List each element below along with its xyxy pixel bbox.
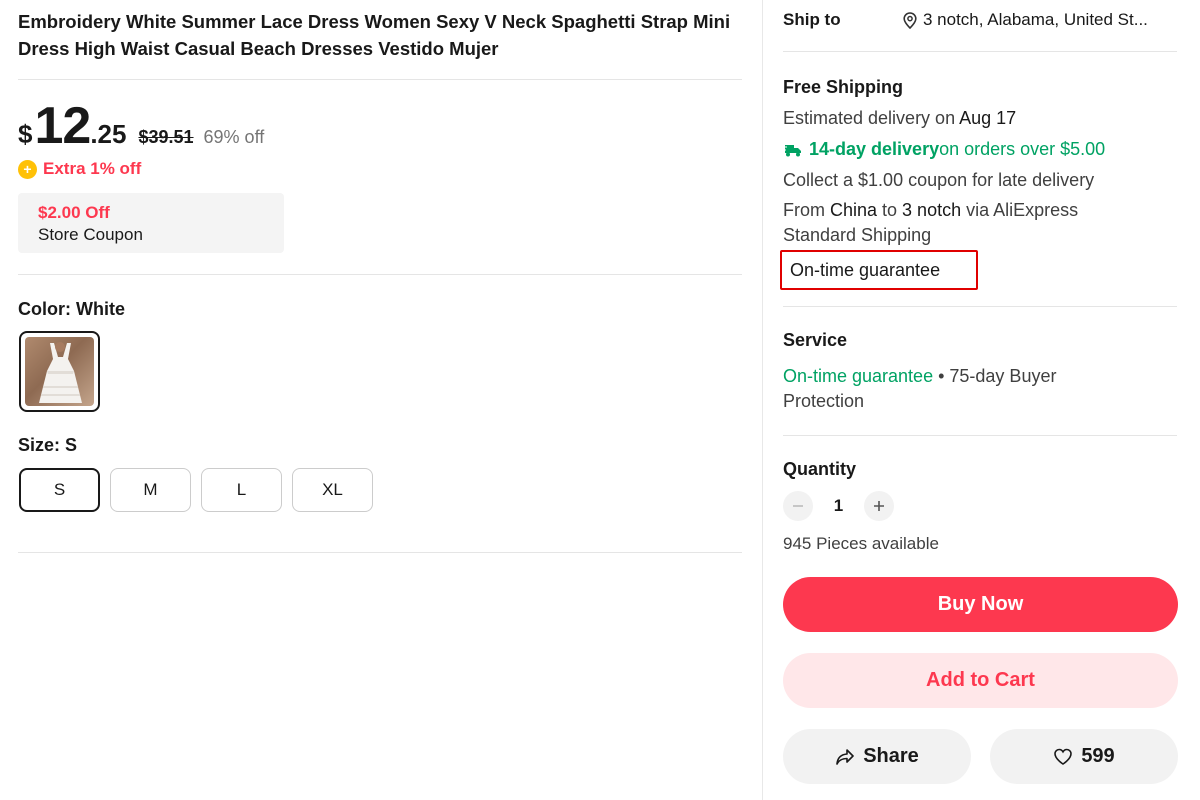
quantity-heading: Quantity: [783, 459, 857, 479]
extra-discount-label: Extra 1% off: [43, 159, 142, 178]
fast-delivery-line: 14-day delivery on orders over $5.00: [783, 137, 1105, 162]
fast-delivery-label: 14-day delivery: [809, 139, 940, 159]
ship-method: Standard Shipping: [783, 225, 932, 245]
late-delivery-coupon: Collect a $1.00 coupon for late delivery: [783, 170, 1095, 190]
ship-to-location[interactable]: 3 notch, Alabama, United St...: [903, 10, 1148, 30]
divider: [783, 306, 1177, 307]
color-label: Color: White: [18, 299, 125, 319]
ship-to-row[interactable]: Ship to 3 notch, Alabama, United St...: [783, 8, 1179, 32]
heart-icon: [1054, 748, 1073, 765]
ship-route-from: From: [783, 200, 830, 220]
divider: [18, 79, 742, 80]
wishlist-count: 599: [1081, 745, 1115, 767]
size-label: Size: S: [18, 435, 78, 455]
product-info-panel: Embroidery White Summer Lace Dress Women…: [18, 0, 742, 800]
add-to-cart-button[interactable]: Add to Cart: [783, 653, 1178, 708]
price-decimal: .25: [90, 119, 127, 149]
service-line: On-time guarantee • 75-day Buyer: [783, 364, 1056, 389]
coupon-label: Store Coupon: [38, 225, 143, 244]
price-integer: 12: [34, 97, 91, 155]
service-guarantee-link[interactable]: On-time guarantee: [783, 366, 933, 386]
service-heading: Service: [783, 330, 848, 350]
free-shipping-heading: Free Shipping: [783, 77, 904, 97]
fast-delivery-suffix: on orders over $5.00: [939, 139, 1106, 159]
product-title: Embroidery White Summer Lace Dress Women…: [18, 11, 731, 59]
buy-now-button[interactable]: Buy Now: [783, 577, 1178, 632]
size-option-m[interactable]: M: [110, 468, 191, 512]
ship-route-to: to: [877, 200, 903, 220]
share-label: Share: [863, 745, 919, 767]
quantity-decrease-button[interactable]: [783, 491, 813, 521]
ship-route-origin: China: [830, 200, 878, 220]
location-pin-icon: [903, 11, 917, 29]
pieces-available: 945 Pieces available: [783, 534, 939, 553]
on-time-guarantee-tag[interactable]: On-time guarantee: [790, 255, 968, 285]
divider: [18, 552, 742, 553]
quantity-stepper: 1: [783, 491, 894, 521]
size-option-s[interactable]: S: [19, 468, 100, 512]
coupon-amount: $2.00 Off: [38, 203, 110, 222]
size-option-xl[interactable]: XL: [292, 468, 373, 512]
divider: [783, 51, 1177, 52]
ship-route: From China to 3 notch via AliExpress: [783, 198, 1078, 223]
extra-discount: + Extra 1% off: [18, 157, 141, 181]
dress-thumbnail: [25, 337, 94, 406]
minus-icon: [793, 505, 803, 507]
divider: [783, 435, 1177, 436]
wishlist-button[interactable]: 599: [990, 729, 1178, 784]
share-button[interactable]: Share: [783, 729, 971, 784]
quantity-value[interactable]: 1: [813, 496, 864, 516]
dress-image: [39, 342, 82, 403]
ship-to-location-text: 3 notch, Alabama, United St...: [923, 10, 1148, 29]
delivery-truck-icon: [783, 144, 801, 156]
size-options: S M L XL: [19, 468, 373, 512]
service-protection: • 75-day Buyer: [933, 366, 1057, 386]
quantity-increase-button[interactable]: [864, 491, 894, 521]
column-divider: [762, 0, 763, 800]
price-row: $ 12 .25 $39.51 69% off: [18, 98, 264, 154]
coin-icon: +: [18, 159, 37, 179]
estimated-delivery-prefix: Estimated delivery on: [783, 108, 960, 128]
original-price: $39.51: [138, 127, 194, 147]
ship-route-via: via AliExpress: [961, 200, 1079, 220]
ship-to-label: Ship to: [783, 10, 841, 29]
share-icon: [836, 748, 855, 765]
size-option-l[interactable]: L: [201, 468, 282, 512]
ship-route-destination: 3 notch: [902, 200, 962, 220]
service-protection-line2: Protection: [783, 391, 865, 411]
purchase-panel: Ship to 3 notch, Alabama, United St... F…: [780, 0, 1179, 800]
on-time-guarantee-highlight: On-time guarantee: [780, 250, 978, 290]
estimated-delivery: Estimated delivery on Aug 17: [783, 106, 1016, 131]
price-currency: $: [18, 119, 33, 149]
plus-icon: [874, 501, 884, 511]
divider: [18, 274, 742, 275]
estimated-delivery-date: Aug 17: [959, 108, 1017, 128]
color-swatch-white[interactable]: [19, 331, 100, 412]
discount-percent: 69% off: [203, 127, 265, 147]
store-coupon[interactable]: $2.00 Off Store Coupon: [18, 193, 284, 253]
